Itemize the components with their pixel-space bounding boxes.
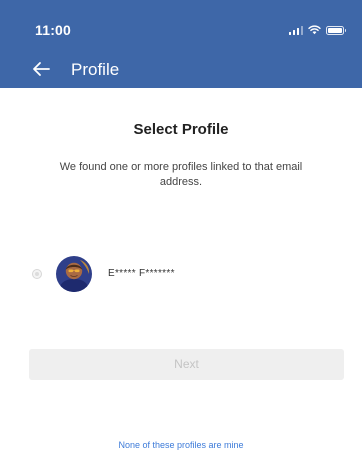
page-title: Select Profile	[133, 121, 229, 138]
status-icons	[288, 24, 346, 36]
profile-radio[interactable]	[32, 269, 42, 279]
none-of-these-profiles-link[interactable]: None of these profiles are mine	[0, 440, 362, 450]
profile-option[interactable]: E***** F*******	[26, 256, 336, 292]
avatar-image	[56, 256, 92, 292]
avatar	[56, 256, 92, 292]
page-header-title: Profile	[71, 60, 120, 79]
next-button[interactable]: Next	[29, 349, 344, 380]
arrow-left-icon[interactable]	[30, 58, 52, 80]
main-content: Select Profile We found one or more prof…	[0, 88, 362, 452]
profile-name: E***** F*******	[108, 268, 175, 279]
app-header: 11:00 Profile	[0, 0, 362, 88]
status-bar: 11:00	[0, 0, 362, 44]
signal-icon	[288, 25, 303, 35]
wifi-icon	[308, 25, 321, 35]
status-time: 11:00	[35, 22, 72, 38]
page-description: We found one or more profiles linked to …	[59, 161, 303, 188]
nav-bar: Profile	[0, 54, 362, 88]
battery-icon	[326, 25, 346, 35]
